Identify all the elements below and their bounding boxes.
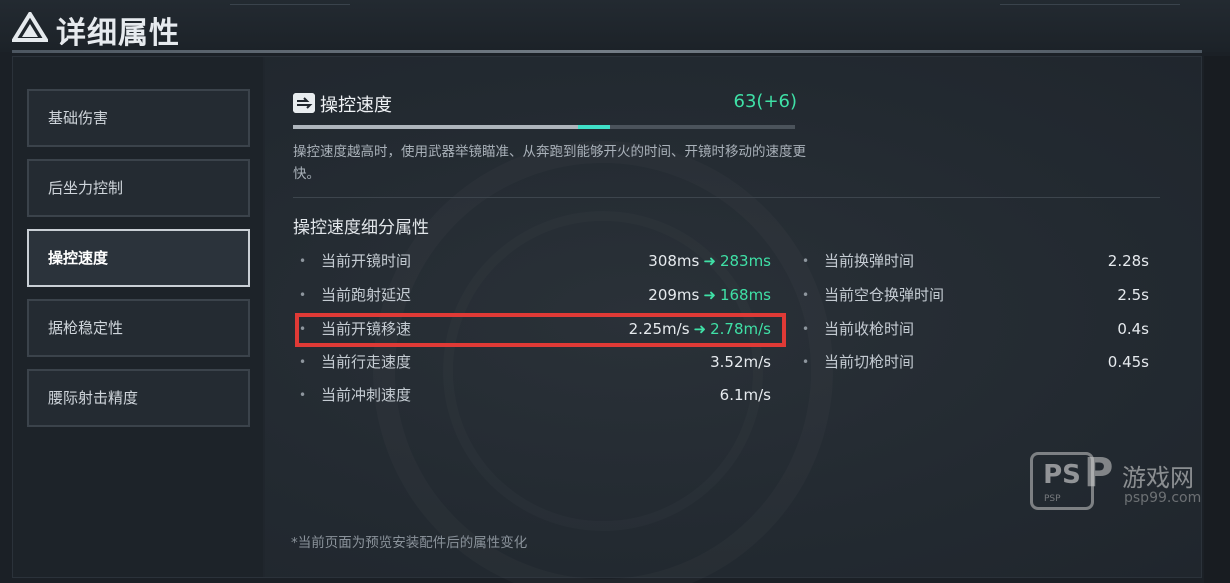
attr-label: 当前切枪时间: [824, 353, 915, 371]
bullet-dot: •: [299, 355, 307, 369]
bullet-dot: •: [802, 322, 810, 336]
decor-line: [230, 4, 350, 5]
sidebar-item-label: 后坐力控制: [48, 179, 124, 197]
attr-row-reload-time: • 当前换弹时间 2.28s: [802, 249, 1149, 273]
stat-value: 63(+6): [733, 91, 797, 112]
bullet-dot: •: [802, 254, 810, 268]
attr-value: 0.45s: [1107, 353, 1149, 371]
sidebar-item-label: 腰际射击精度: [48, 389, 139, 407]
arrow-right-icon: ➜: [703, 286, 716, 304]
page-title: 详细属性: [56, 16, 180, 51]
attr-old-value: 308ms: [648, 252, 700, 270]
stat-bar-fill: [293, 125, 578, 129]
attr-label: 当前收枪时间: [824, 320, 915, 338]
attr-label: 当前换弹时间: [824, 252, 915, 270]
bullet-dot: •: [299, 388, 307, 402]
sidebar-item-label: 基础伤害: [48, 109, 109, 127]
section-divider: [293, 197, 1160, 198]
stat-bar-bonus: [578, 125, 610, 129]
attr-row-ads-time: • 当前开镜时间 308ms ➜ 283ms: [299, 249, 771, 273]
sidebar-item-base-damage[interactable]: 基础伤害: [27, 89, 250, 147]
sidebar-item-label: 据枪稳定性: [48, 319, 124, 337]
attr-label: 当前跑射延迟: [321, 286, 412, 304]
attr-label: 当前空仓换弹时间: [824, 286, 945, 304]
delta-logo-icon: [12, 12, 48, 42]
attr-value: 2.5s: [1117, 286, 1149, 304]
header-divider: [12, 50, 1202, 53]
watermark-url: psp99.com: [1124, 490, 1202, 506]
sidebar-item-recoil-control[interactable]: 后坐力控制: [27, 159, 250, 217]
attr-label: 当前行走速度: [321, 353, 412, 371]
attr-new-value: 283ms: [719, 252, 771, 270]
bullet-dot: •: [299, 254, 307, 268]
bullet-dot: •: [802, 355, 810, 369]
attr-value: 0.4s: [1117, 320, 1149, 338]
sidebar-item-handling-speed[interactable]: 操控速度: [27, 229, 250, 287]
watermark-p: P: [1084, 450, 1114, 496]
attr-old-value: 209ms: [648, 286, 700, 304]
sidebar-item-hipfire-accuracy[interactable]: 腰际射击精度: [27, 369, 250, 427]
category-sidebar: 基础伤害 后坐力控制 操控速度 据枪稳定性 腰际射击精度: [13, 57, 263, 577]
bullet-dot: •: [802, 288, 810, 302]
sidebar-item-aim-stability[interactable]: 据枪稳定性: [27, 299, 250, 357]
detail-panel: 基础伤害 后坐力控制 操控速度 据枪稳定性 腰际射击精度 操控速度 63(+6)…: [12, 56, 1202, 578]
attr-row-swap-time: • 当前切枪时间 0.45s: [802, 350, 1149, 374]
attr-row-holster-time: • 当前收枪时间 0.4s: [802, 317, 1149, 341]
attr-row-walk-speed: • 当前行走速度 3.52m/s: [299, 350, 771, 374]
attr-value: 209ms ➜ 168ms: [648, 283, 771, 307]
attr-value: 3.52m/s: [710, 353, 771, 371]
stat-name: 操控速度: [320, 95, 392, 116]
stat-description: 操控速度越高时，使用武器举镜瞄准、从奔跑到能够开火的时间、开镜时移动的速度更快。: [293, 144, 806, 182]
attr-row-sprint-fire-delay: • 当前跑射延迟 209ms ➜ 168ms: [299, 283, 771, 307]
attr-label: 当前冲刺速度: [321, 386, 412, 404]
breakdown-title: 操控速度细分属性: [293, 218, 429, 238]
attr-row-empty-reload-time: • 当前空仓换弹时间 2.5s: [802, 283, 1149, 307]
arrow-right-icon: ➜: [703, 252, 716, 270]
highlight-annotation: [295, 313, 786, 347]
attr-row-sprint-speed: • 当前冲刺速度 6.1m/s: [299, 383, 771, 407]
attr-value: 6.1m/s: [719, 386, 771, 404]
watermark-small: PSP: [1044, 494, 1061, 504]
bullet-dot: •: [299, 288, 307, 302]
attr-new-value: 168ms: [719, 286, 771, 304]
handling-icon: [293, 93, 315, 113]
attr-label: 当前开镜时间: [321, 252, 412, 270]
preview-footnote: *当前页面为预览安装配件后的属性变化: [291, 535, 528, 551]
watermark-text: 游戏网: [1122, 464, 1194, 492]
window-edge: [1204, 56, 1230, 583]
title-bar: 详细属性: [0, 0, 1230, 52]
attr-value: 2.28s: [1107, 252, 1149, 270]
decor-line: [1000, 4, 1180, 5]
attr-value: 308ms ➜ 283ms: [648, 249, 771, 273]
sidebar-item-label: 操控速度: [48, 249, 109, 267]
